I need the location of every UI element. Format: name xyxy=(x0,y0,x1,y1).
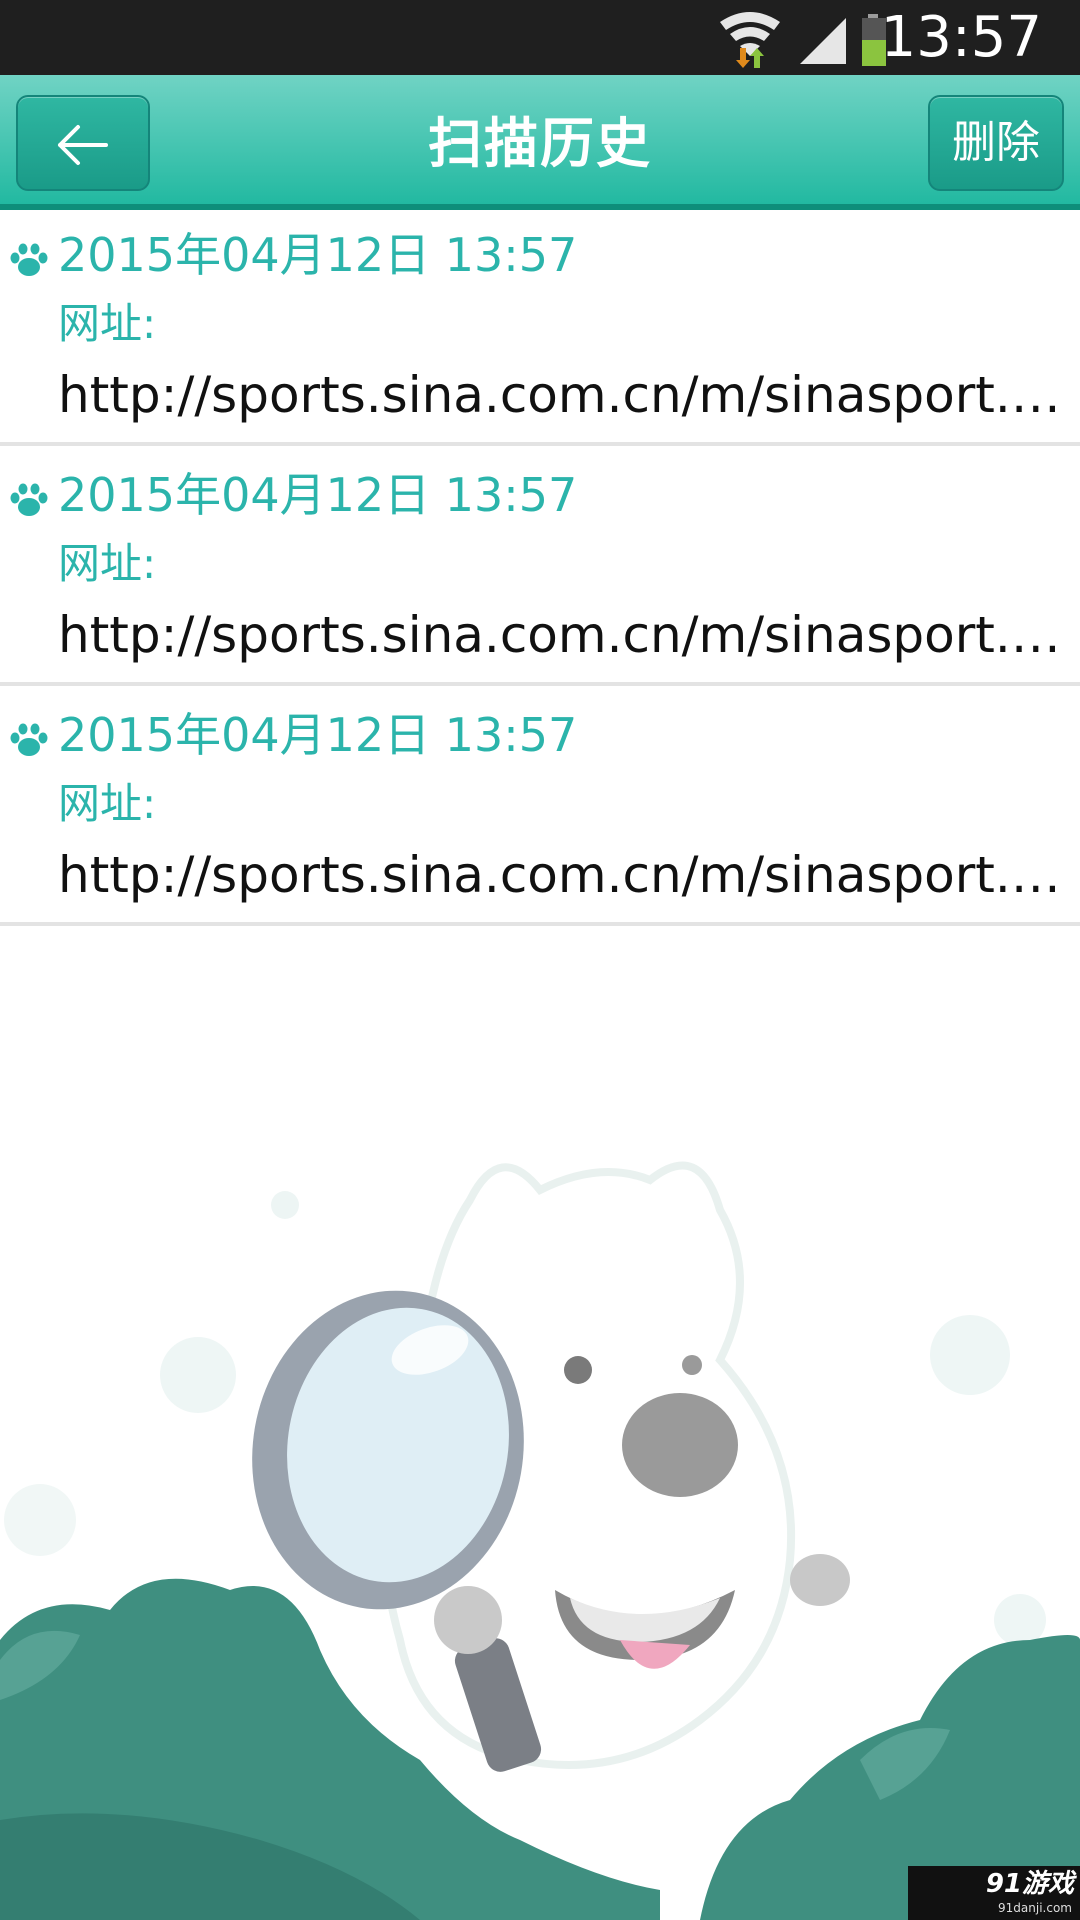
item-url-label: 网址: xyxy=(58,299,157,348)
history-item[interactable]: 2015年04月12日 13:57 网址: http://sports.sina… xyxy=(0,690,1080,926)
page-title: 扫描历史 xyxy=(428,112,652,175)
history-item[interactable]: 2015年04月12日 13:57 网址: http://sports.sina… xyxy=(0,450,1080,686)
item-date: 2015年04月12日 13:57 xyxy=(58,708,578,762)
delete-button[interactable]: 删除 xyxy=(928,95,1064,191)
status-icons xyxy=(720,12,886,68)
signal-icon xyxy=(800,18,846,64)
paw-icon xyxy=(10,723,48,756)
watermark-logo: 91游戏 91danji.com xyxy=(908,1866,1080,1920)
paw-icon xyxy=(10,243,48,276)
item-url-label: 网址: xyxy=(58,779,157,828)
history-item[interactable]: 2015年04月12日 13:57 网址: http://sports.sina… xyxy=(0,210,1080,446)
header-bar: 扫描历史 删除 xyxy=(0,75,1080,210)
item-url[interactable]: http://sports.sina.com.cn/m/sinasport.h.… xyxy=(58,364,1078,426)
status-time: 13:57 xyxy=(880,5,1042,70)
item-date: 2015年04月12日 13:57 xyxy=(58,468,578,522)
watermark-logo-text: 91游戏 xyxy=(985,1869,1074,1899)
item-url-label: 网址: xyxy=(58,539,157,588)
paw-icon xyxy=(10,483,48,516)
watermark-site: 91danji.com xyxy=(998,1901,1072,1915)
item-url[interactable]: http://sports.sina.com.cn/m/sinasport.h.… xyxy=(58,844,1078,906)
screen: 13:57 扫描历史 删除 2015年04月12日 13:57 网址: http… xyxy=(0,0,1080,1920)
history-list: 2015年04月12日 13:57 网址: http://sports.sina… xyxy=(0,210,1080,930)
item-date: 2015年04月12日 13:57 xyxy=(58,228,578,282)
status-bar: 13:57 xyxy=(0,0,1080,75)
item-url[interactable]: http://sports.sina.com.cn/m/sinasport.h.… xyxy=(58,604,1078,666)
mascot-illustration xyxy=(0,1161,1080,1920)
wifi-icon xyxy=(720,12,780,68)
